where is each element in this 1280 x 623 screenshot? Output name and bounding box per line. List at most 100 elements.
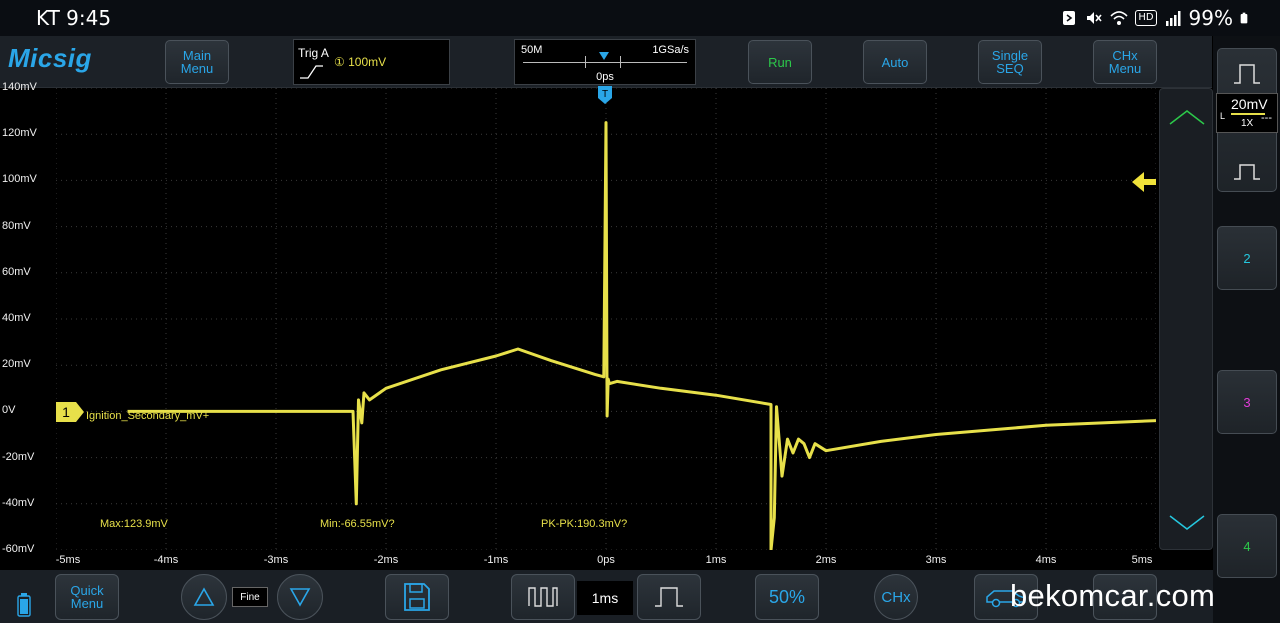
battery-level-icon (17, 593, 31, 617)
run-button[interactable]: Run (748, 40, 812, 84)
timebase-increase-button[interactable] (637, 574, 701, 620)
measurement-max: Max:123.9mV (100, 518, 168, 530)
channel-1-coupling: L (1220, 111, 1226, 121)
x-tick-label: 5ms (1131, 554, 1153, 566)
watermark: bekomcar.com (1010, 578, 1216, 613)
trigger-position-marker[interactable]: T (598, 86, 612, 104)
chx-menu-label-2: Menu (1108, 61, 1142, 76)
measurement-pk-pk: PK-PK:190.3mV? (541, 518, 628, 530)
expanded-wave-icon (655, 587, 683, 607)
save-icon (404, 583, 430, 611)
auto-button[interactable]: Auto (863, 40, 927, 84)
main-menu-label-2: Menu (180, 61, 214, 76)
channel-3-label: 3 (1243, 394, 1251, 410)
x-tick-label: -1ms (483, 554, 509, 566)
y-tick-label: -40mV (2, 496, 35, 509)
channel-1-label: Ignition_Secondary_mV+ (86, 410, 210, 422)
wifi-icon (1110, 11, 1128, 25)
channel-3-button[interactable]: 3 (1217, 370, 1277, 434)
single-seq-label-2: SEQ (996, 61, 1024, 76)
trigger-label: Trig A (298, 46, 329, 60)
horizontal-position: 0ps (596, 71, 614, 83)
trigger-level-marker[interactable] (1132, 172, 1156, 192)
status-icons: HD 99% (1060, 6, 1252, 30)
x-tick-label: 2ms (815, 554, 837, 566)
down-button[interactable] (277, 574, 323, 620)
timebase-panel[interactable]: 50M 1GSa/s 0ps (514, 39, 696, 85)
x-tick-label: 1ms (705, 554, 727, 566)
rising-edge-icon (300, 65, 323, 79)
signal-icon (1165, 11, 1181, 26)
battery-percent: 99% (1188, 6, 1233, 30)
sample-rate: 1GSa/s (652, 44, 689, 56)
scroll-down-icon[interactable] (1168, 512, 1206, 532)
run-label: Run (768, 54, 792, 70)
channel-4-label: 4 (1243, 538, 1251, 554)
timebase-decrease-button[interactable] (511, 574, 575, 620)
scroll-up-icon[interactable] (1168, 108, 1206, 128)
x-tick-label: -3ms (263, 554, 289, 566)
fifty-percent-label: 50% (768, 586, 806, 607)
chx-menu-button[interactable]: CHx Menu (1093, 40, 1157, 84)
y-tick-label: 140mV (2, 81, 37, 93)
brand-logo: Micsig (8, 43, 92, 73)
waveform-trace-1 (127, 121, 1156, 550)
square-wave-icon (1234, 64, 1260, 84)
x-tick-label: 3ms (925, 554, 947, 566)
channel-2-label: 2 (1243, 250, 1251, 266)
y-tick-label: 120mV (2, 127, 37, 140)
status-bar: KT 9:45 HD 99% (0, 0, 1280, 36)
triangle-up-icon (193, 587, 215, 606)
quick-menu-button[interactable]: Quick Menu (55, 574, 119, 620)
measurement-min: Min:-66.55mV? (320, 518, 395, 530)
x-tick-label: -4ms (153, 554, 179, 566)
x-tick-label: -2ms (373, 554, 399, 566)
square-wave-small-icon (1234, 164, 1260, 180)
timebase-value: 1ms (577, 581, 633, 615)
x-tick-label: 0ps (597, 554, 615, 566)
y-tick-label: 40mV (2, 312, 31, 324)
channel-2-button[interactable]: 2 (1217, 226, 1277, 290)
y-tick-label: -20mV (2, 450, 35, 463)
y-tick-label: 100mV (2, 173, 37, 186)
trigger-position-icon (599, 52, 609, 60)
channel-1-scale-box[interactable]: 20mV L --- 1X (1216, 93, 1278, 133)
mute-icon (1087, 12, 1102, 24)
save-button[interactable] (385, 574, 449, 620)
channel-1-probe: 1X (1241, 118, 1254, 129)
chx-label: CHx (881, 588, 911, 606)
quick-menu-label-2: Menu (70, 596, 104, 611)
hd-badge: HD (1135, 10, 1157, 26)
chx-button[interactable]: CHx (874, 574, 918, 620)
x-tick-label: 4ms (1035, 554, 1057, 566)
x-tick-label: -5ms (55, 554, 81, 566)
nfc-icon (1063, 11, 1076, 25)
trigger-level: ① 100mV (334, 55, 387, 69)
svg-text:T: T (602, 89, 608, 100)
waveform-display[interactable] (56, 88, 1156, 550)
trigger-panel[interactable]: Trig A ① 100mV (293, 39, 450, 85)
channel-1-color-bar (1231, 113, 1265, 115)
top-toolbar: Micsig Main Menu Trig A ① 100mV 50M 1GSa… (0, 36, 1212, 88)
channel-4-button[interactable]: 4 (1217, 514, 1277, 578)
status-carrier-time: KT 9:45 (36, 6, 112, 30)
fine-toggle[interactable]: Fine (232, 587, 268, 607)
memory-depth: 50M (521, 44, 543, 56)
auto-label: Auto (881, 54, 909, 70)
y-tick-label: 0V (2, 404, 16, 417)
channel-1-number: 1 (62, 404, 70, 420)
up-button[interactable] (181, 574, 227, 620)
waveform-graph (56, 88, 1156, 550)
single-seq-button[interactable]: Single SEQ (978, 40, 1042, 84)
vertical-scroll-panel[interactable] (1159, 88, 1213, 550)
y-tick-label: 60mV (2, 265, 31, 278)
channel-1-volts-per-div: 20mV (1231, 96, 1268, 112)
compressed-wave-icon (528, 587, 558, 607)
channel-1-marker[interactable]: 1 (56, 402, 84, 422)
main-menu-button[interactable]: Main Menu (165, 40, 229, 84)
triangle-down-icon (289, 588, 311, 607)
bandwidth-limit-icon: --- (1261, 112, 1272, 124)
y-tick-label: 20mV (2, 358, 31, 371)
fifty-percent-button[interactable]: 50% (755, 574, 819, 620)
y-tick-label: 80mV (2, 219, 31, 232)
